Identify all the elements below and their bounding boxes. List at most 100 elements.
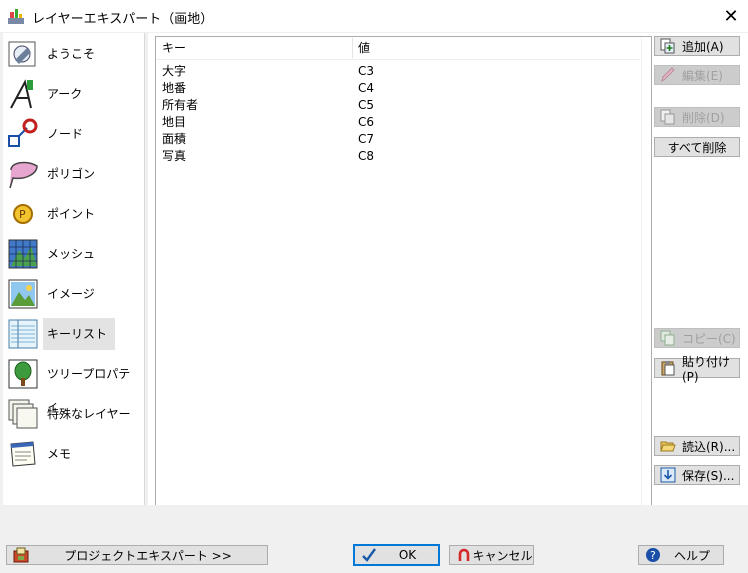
row-value: C6 [358, 115, 375, 129]
sidebar-item-label: メモ [47, 447, 72, 461]
ok-label: OK [398, 548, 417, 562]
load-label: 読込(R)... [682, 439, 736, 454]
save-icon [660, 467, 676, 483]
tree-icon [8, 359, 38, 389]
sidebar-item-point[interactable]: P ポイント [5, 194, 143, 234]
ok-button[interactable]: OK [353, 544, 440, 566]
paste-icon [661, 361, 675, 376]
help-icon: ? [646, 548, 660, 562]
keylist-icon [8, 319, 38, 349]
row-key: 写真 [162, 149, 187, 163]
table-row[interactable]: 写真 C8 [156, 148, 636, 165]
layers-icon [8, 399, 38, 429]
app-icon [8, 9, 24, 24]
paste-button[interactable]: 貼り付け(P) [654, 355, 740, 384]
column-header-value[interactable]: 値 [358, 38, 638, 58]
row-value: C4 [358, 81, 375, 95]
copy-button[interactable]: コピー(C) [654, 328, 740, 348]
edit-icon [661, 67, 675, 83]
undo-arrow-icon [458, 548, 470, 561]
delete-all-button[interactable]: すべて削除 [654, 137, 740, 157]
sidebar-item-arc[interactable]: アーク [5, 74, 143, 114]
sidebar-item-special-layers[interactable]: 特殊なレイヤー [5, 394, 143, 434]
sidebar-item-node[interactable]: ノード [5, 114, 143, 154]
row-key: 地番 [162, 81, 187, 95]
sidebar-item-polygon[interactable]: ポリゴン [5, 154, 143, 194]
sidebar-item-image[interactable]: イメージ [5, 274, 143, 314]
add-label: 追加(A) [682, 39, 724, 54]
close-button[interactable]: ✕ [718, 4, 744, 28]
sidebar-item-tree-properties[interactable]: ツリープロパティ [5, 354, 143, 413]
table-row[interactable]: 地番 C4 [156, 80, 636, 97]
row-value: C3 [358, 64, 375, 78]
copy-icon [660, 330, 675, 346]
sidebar-item-label: ようこそ [47, 47, 96, 61]
sidebar-item-welcome[interactable]: ようこそ [5, 34, 143, 74]
add-icon [660, 38, 675, 54]
sidebar-item-label: ポイント [47, 207, 96, 221]
help-button[interactable]: ? ヘルプ [638, 545, 724, 565]
key-list-table[interactable]: キー 値 大字 C3 地番 C4 所有者 C5 地目 C6 面積 C7 写真 C… [155, 36, 652, 528]
edit-label: 編集(E) [682, 68, 723, 83]
row-key: 大字 [162, 64, 187, 78]
sidebar-item-label: キーリスト [43, 318, 116, 350]
sidebar: ようこそ アーク ノード ポリゴン P ポイント メッシュ イメージ キーリスト… [3, 33, 145, 537]
close-icon: ✕ [723, 5, 739, 27]
save-button[interactable]: 保存(S)... [654, 465, 740, 485]
sidebar-item-label: イメージ [47, 287, 95, 301]
sidebar-item-keylist[interactable]: キーリスト [5, 314, 143, 354]
table-rows: 大字 C3 地番 C4 所有者 C5 地目 C6 面積 C7 写真 C8 [156, 63, 636, 165]
node-icon [8, 118, 38, 147]
row-value: C5 [358, 98, 375, 112]
sidebar-item-label: ツリープロパティ [47, 367, 131, 413]
sidebar-item-label: アーク [47, 87, 83, 101]
delete-all-label: すべて削除 [667, 140, 727, 155]
title-bar: レイヤーエキスパート（画地） ✕ [0, 0, 748, 32]
sidebar-item-memo[interactable]: メモ [5, 434, 143, 474]
checkmark-icon [362, 548, 376, 562]
memo-icon [10, 441, 36, 467]
footer-bar [0, 505, 748, 541]
copy-label: コピー(C) [682, 331, 736, 346]
project-expert-label: プロジェクトエキスパート >> [64, 548, 232, 563]
save-label: 保存(S)... [682, 468, 735, 483]
arc-icon [10, 79, 33, 109]
sidebar-item-mesh[interactable]: メッシュ [5, 234, 143, 274]
svg-text:?: ? [650, 549, 656, 562]
window-title: レイヤーエキスパート（画地） [32, 12, 214, 27]
row-value: C8 [358, 149, 375, 163]
polygon-icon [9, 161, 38, 189]
table-row[interactable]: 地目 C6 [156, 114, 636, 131]
image-icon [8, 279, 38, 309]
point-icon: P [13, 204, 33, 224]
cancel-button[interactable]: キャンセル [449, 545, 534, 565]
row-key: 地目 [162, 115, 187, 129]
row-key: 所有者 [162, 98, 199, 112]
row-key: 面積 [162, 132, 187, 146]
welcome-icon [8, 41, 36, 67]
sidebar-item-label: メッシュ [47, 247, 96, 261]
folder-open-icon [660, 441, 676, 452]
delete-button[interactable]: 削除(D) [654, 107, 740, 127]
help-label: ヘルプ [673, 548, 710, 563]
mesh-icon [8, 239, 38, 269]
delete-label: 削除(D) [682, 110, 725, 125]
sidebar-item-label: 特殊なレイヤー [47, 407, 131, 421]
add-button[interactable]: 追加(A) [654, 36, 740, 56]
project-expert-button[interactable]: プロジェクトエキスパート >> [6, 545, 268, 565]
table-edge [641, 37, 642, 525]
header-divider [156, 59, 640, 60]
column-header-key[interactable]: キー [162, 38, 353, 58]
cancel-label: キャンセル [472, 548, 533, 563]
delete-icon [660, 109, 675, 125]
load-button[interactable]: 読込(R)... [654, 436, 740, 456]
row-value: C7 [358, 132, 375, 146]
sidebar-item-label: ノード [47, 127, 84, 141]
table-row[interactable]: 面積 C7 [156, 131, 636, 148]
project-icon [13, 547, 29, 563]
table-row[interactable]: 所有者 C5 [156, 97, 636, 114]
sidebar-item-label: ポリゴン [47, 167, 96, 181]
table-row[interactable]: 大字 C3 [156, 63, 636, 80]
edit-button[interactable]: 編集(E) [654, 65, 740, 85]
paste-label: 貼り付け(P) [682, 354, 731, 384]
